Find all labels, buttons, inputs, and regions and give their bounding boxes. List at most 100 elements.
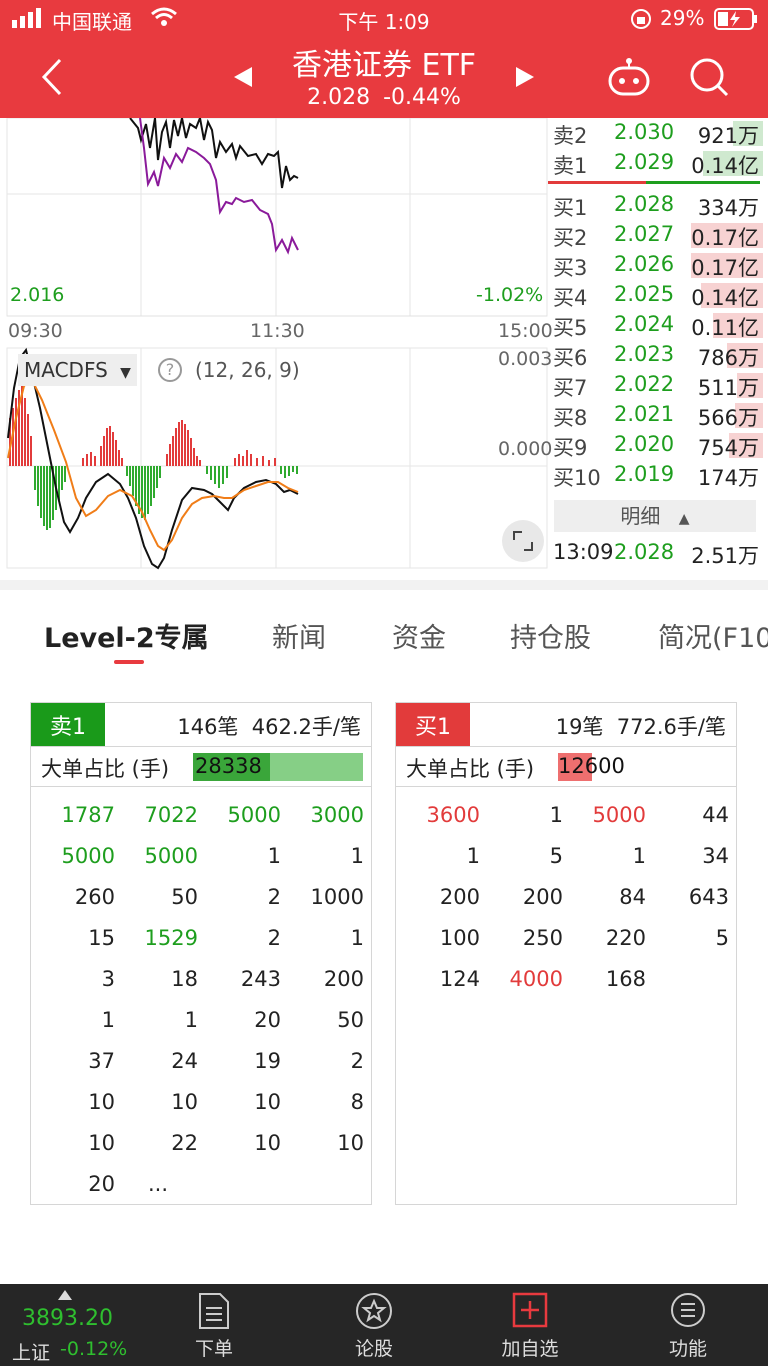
intraday-chart[interactable]: 2.016 -1.02% 09:30 11:30 15:00 0.003 0.0… <box>0 118 553 578</box>
queue-order-cell: 37 <box>88 1049 115 1073</box>
tab-holdings[interactable]: 持仓股 <box>510 616 591 655</box>
macd-zero-label: 0.000 <box>498 438 553 460</box>
order-book-row[interactable]: 买7 2.022 511万 <box>548 370 763 400</box>
queue-order-cell: 200 <box>522 885 563 909</box>
index-ticker[interactable]: 3893.20 上证 -0.12% <box>0 1284 140 1366</box>
queue-order-cell: 200 <box>439 885 480 909</box>
average-line <box>139 118 299 255</box>
help-icon[interactable]: ? <box>158 358 182 382</box>
panel-header: 卖1 146笔 462.2手/笔 <box>31 703 371 747</box>
last-trade-price: 2.028 <box>614 540 675 564</box>
tab-funds[interactable]: 资金 <box>392 616 446 655</box>
stock-change: -0.44% <box>383 85 461 110</box>
order-book-row[interactable]: 买9 2.020 754万 <box>548 430 763 460</box>
order-book-row[interactable]: 卖1 2.029 0.14亿 <box>548 148 763 178</box>
last-trade-row: 13:09 2.028 2.51万 <box>548 538 763 568</box>
order-book-row[interactable]: 买3 2.026 0.17亿 <box>548 250 763 280</box>
indicator-params: (12, 26, 9) <box>195 358 300 382</box>
sell1-badge: 卖1 <box>31 703 105 746</box>
order-book-row[interactable]: 买5 2.024 0.11亿 <box>548 310 763 340</box>
queue-order-cell: 2 <box>267 885 281 909</box>
menu-icon <box>671 1293 705 1327</box>
queue-order-cell: 10 <box>254 1131 281 1155</box>
ratio-value: 28338 <box>195 754 262 778</box>
nav-forum[interactable]: 论股 <box>314 1284 434 1366</box>
queue-order-cell: 200 <box>323 967 364 991</box>
queue-order-cell: 3600 <box>426 803 480 827</box>
order-stats: 146笔 462.2手/笔 <box>177 715 361 739</box>
active-tab-indicator <box>114 660 144 664</box>
orientation-lock-icon <box>630 8 652 35</box>
buy1-badge: 买1 <box>396 703 470 746</box>
document-icon <box>199 1293 229 1329</box>
pct-low-label: -1.02% <box>476 284 544 306</box>
queue-order-cell: 250 <box>522 926 563 950</box>
queue-order-cell: 10 <box>88 1090 115 1114</box>
order-book-row[interactable]: 买10 2.019 174万 <box>548 460 763 490</box>
queue-order-cell: 20 <box>254 1008 281 1032</box>
last-trade-time: 13:09 <box>553 540 614 564</box>
queue-order-cell: ... <box>147 1172 169 1196</box>
panel-header: 买1 19笔 772.6手/笔 <box>396 703 736 747</box>
search-icon <box>690 58 729 97</box>
queue-order-cell: 8 <box>350 1090 364 1114</box>
add-icon <box>512 1292 548 1328</box>
nav-order[interactable]: 下单 <box>154 1284 274 1366</box>
battery-icon <box>714 8 758 35</box>
queue-order-cell: 10 <box>171 1090 198 1114</box>
order-book-row[interactable]: 买1 2.028 334万 <box>548 190 763 220</box>
order-book-row[interactable]: 买4 2.025 0.14亿 <box>548 280 763 310</box>
last-trade-volume: 2.51万 <box>691 544 759 568</box>
queue-order-cell: 22 <box>171 1131 198 1155</box>
order-book-row[interactable]: 买8 2.021 566万 <box>548 400 763 430</box>
queue-order-cell: 18 <box>171 967 198 991</box>
queue-order-cell: 124 <box>439 967 480 991</box>
fullscreen-button[interactable] <box>502 520 544 562</box>
indicator-selector[interactable]: MACDFS ▼ <box>18 354 137 386</box>
triangle-up-icon <box>58 1290 72 1300</box>
buy1-queue-panel: 买1 19笔 772.6手/笔 大单占比 (手) 12600 3600 1 5000… <box>395 702 737 1205</box>
search-button[interactable] <box>686 54 732 100</box>
section-divider <box>0 580 768 590</box>
queue-order-cell: 1 <box>350 926 364 950</box>
queue-order-cell: 7022 <box>144 803 198 827</box>
next-stock-button[interactable] <box>510 62 540 92</box>
queue-order-cell: 4000 <box>509 967 563 991</box>
price-low-label: 2.016 <box>10 284 65 306</box>
queue-order-cell: 44 <box>702 803 729 827</box>
stock-price: 2.028 <box>307 85 371 110</box>
queue-order-cell: 1 <box>549 803 563 827</box>
queue-order-cell: 243 <box>240 967 281 991</box>
queue-order-cell: 34 <box>702 844 729 868</box>
queue-order-cell: 1787 <box>61 803 115 827</box>
app-header: 中国联通 下午 1:09 29% 香港证券 ETF 2.028 -0.44% <box>0 0 768 118</box>
index-value: 3893.20 <box>22 1306 113 1331</box>
queue-order-cell: 220 <box>605 926 646 950</box>
nav-functions[interactable]: 功能 <box>628 1284 748 1366</box>
tab-news[interactable]: 新闻 <box>272 616 326 655</box>
order-book-row[interactable]: 买2 2.027 0.17亿 <box>548 220 763 250</box>
robot-assistant-button[interactable] <box>604 54 654 100</box>
large-order-ratio: 大单占比 (手) 12600 <box>396 747 736 787</box>
queue-order-cell: 1 <box>632 844 646 868</box>
order-book-row[interactable]: 卖2 2.030 921万 <box>548 118 763 148</box>
expand-icon <box>513 531 533 551</box>
tab-f10[interactable]: 简况(F10 <box>658 616 768 655</box>
nav-add-watchlist[interactable]: 加自选 <box>470 1284 590 1366</box>
queue-order-cell: 5000 <box>592 803 646 827</box>
queue-order-cell: 1 <box>466 844 480 868</box>
macd-negative-bars <box>34 466 298 530</box>
queue-order-cell: 3 <box>101 967 115 991</box>
tab-level2[interactable]: Level-2专属 <box>44 616 209 655</box>
bottom-bar: 3893.20 上证 -0.12% 下单 论股 加自选 功能 <box>0 1284 768 1366</box>
detail-toggle-button[interactable]: 明细 ▲ <box>554 500 756 532</box>
queue-order-cell: 24 <box>171 1049 198 1073</box>
clock-label: 下午 1:09 <box>338 10 430 34</box>
info-tabs: Level-2专属 新闻 资金 持仓股 简况(F10 <box>0 590 768 670</box>
time-label-noon: 11:30 <box>250 320 305 342</box>
queue-order-cell: 168 <box>605 967 646 991</box>
detail-label: 明细 <box>620 504 661 528</box>
order-book-row[interactable]: 买6 2.023 786万 <box>548 340 763 370</box>
queue-order-cell: 5 <box>549 844 563 868</box>
queue-order-cell: 5 <box>715 926 729 950</box>
